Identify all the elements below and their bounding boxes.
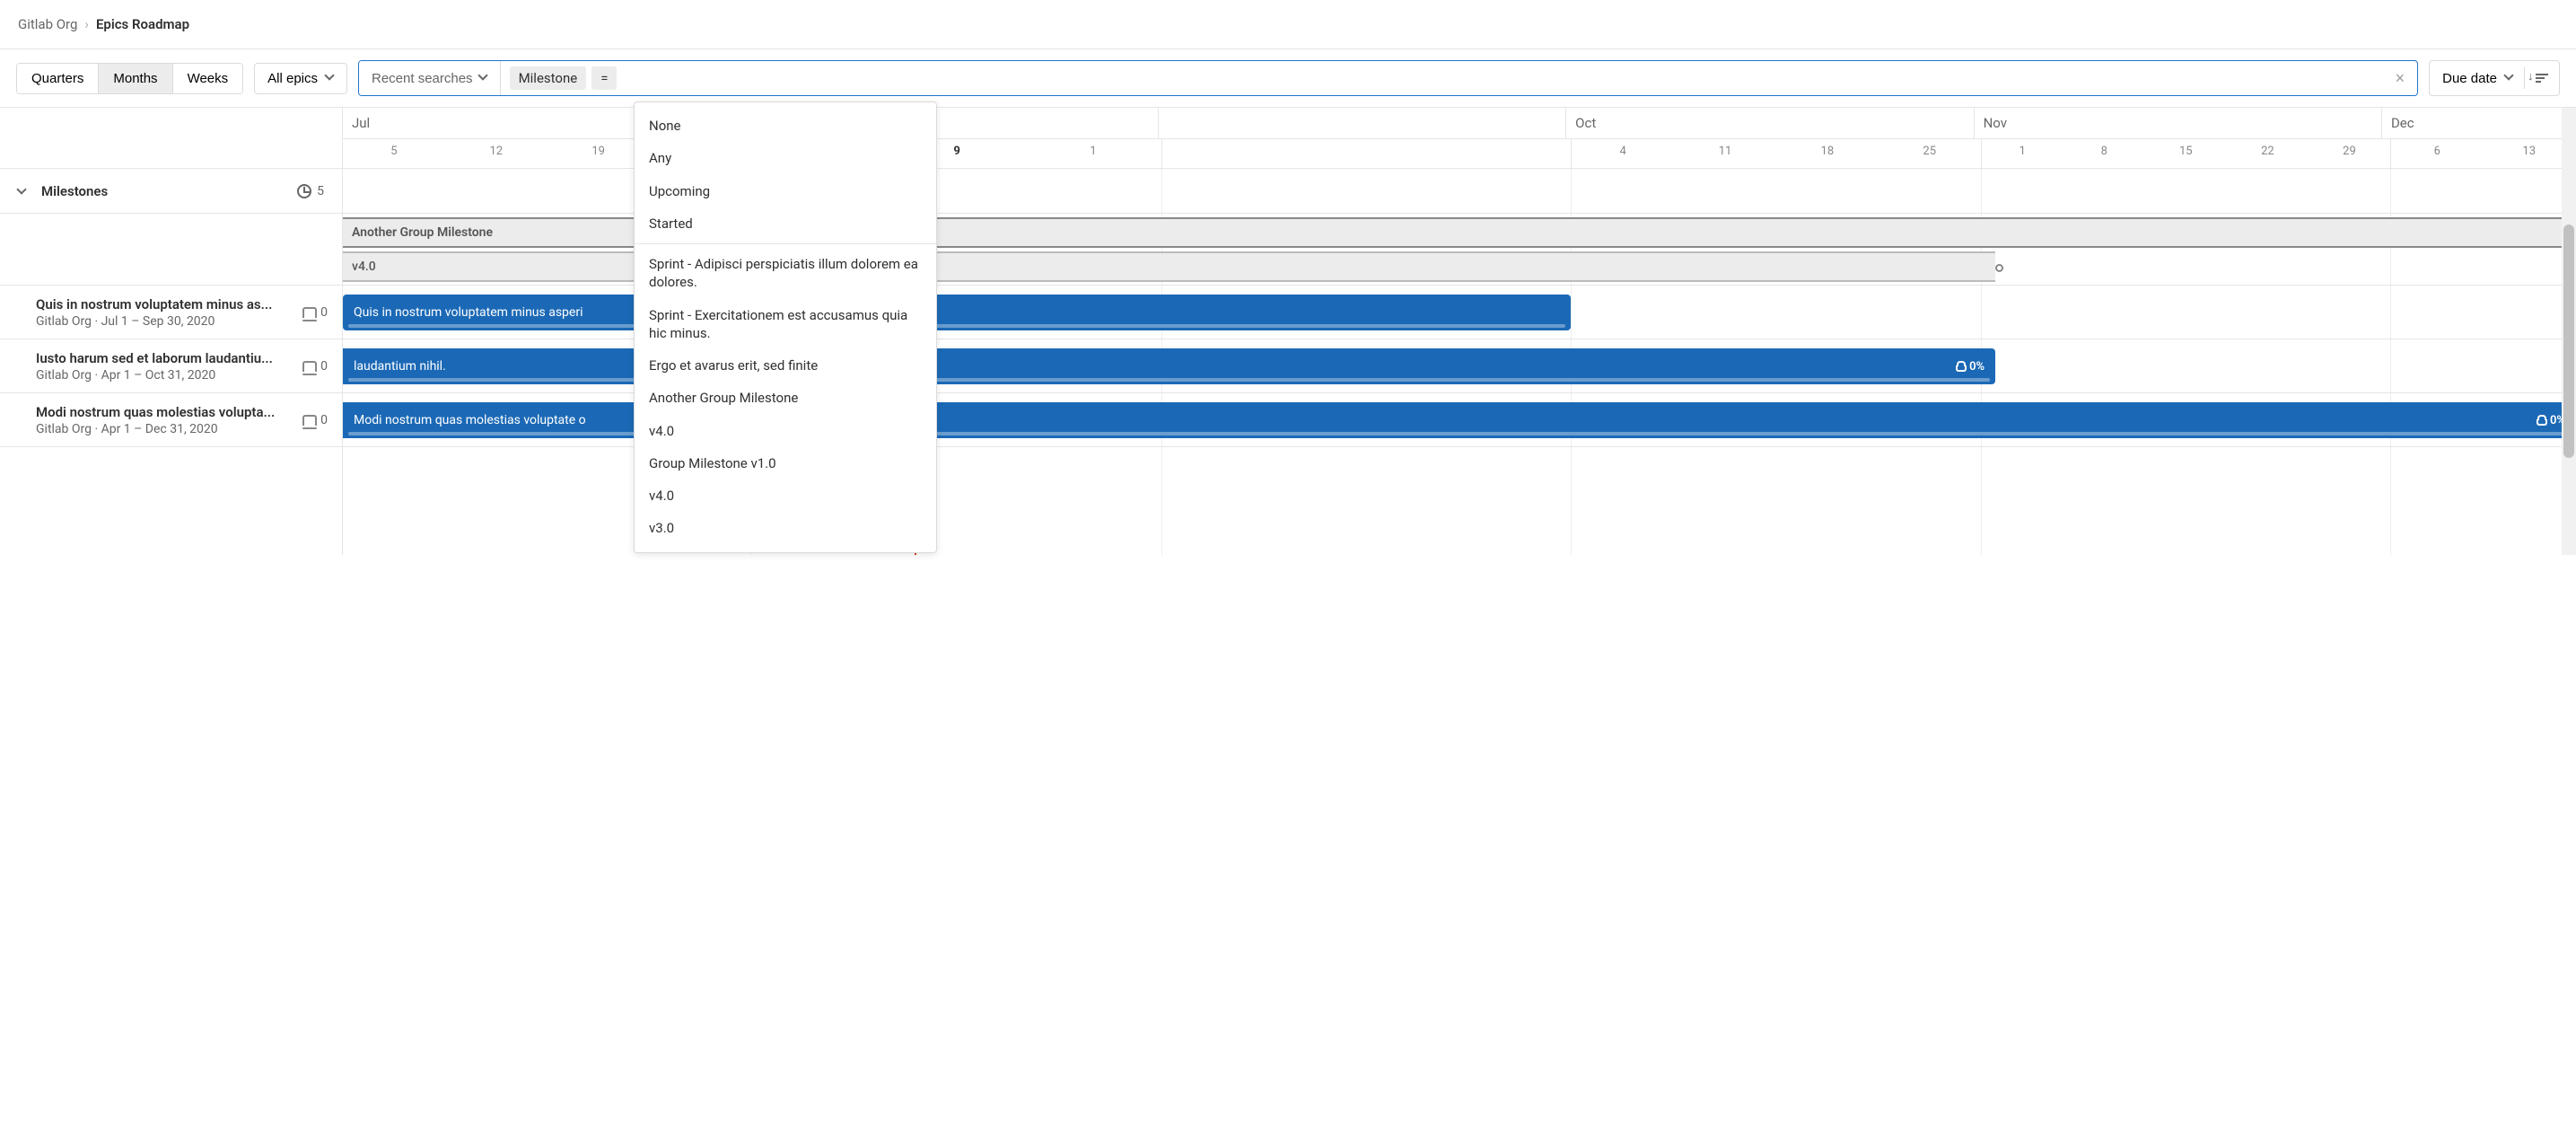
dd-item-milestone[interactable]: Another Group Milestone [635, 382, 936, 414]
chevron-down-icon [18, 186, 29, 197]
epic-row[interactable]: Modi nostrum quas molestias volupta... G… [0, 393, 342, 447]
milestones-label: Milestones [41, 183, 297, 199]
divider [2524, 67, 2525, 89]
milestones-toggle-row[interactable]: Milestones 5 [0, 169, 342, 214]
tab-weeks[interactable]: Weeks [173, 64, 243, 93]
milestone-bar[interactable]: v4.0 [343, 251, 1995, 282]
sort-label: Due date [2442, 71, 2497, 86]
dd-item-milestone[interactable]: Sprint - Exercitationem est accusamus qu… [635, 299, 936, 350]
dd-item-none[interactable]: None [635, 110, 936, 142]
breadcrumb-current: Epics Roadmap [96, 16, 189, 32]
clear-icon[interactable]: × [2383, 69, 2418, 88]
epic-row[interactable]: Quis in nostrum voluptatem minus as... G… [0, 286, 342, 339]
clock-icon [297, 184, 311, 198]
dd-item-milestone[interactable]: v3.0 [635, 512, 936, 544]
dd-item-milestone[interactable]: Ergo et avarus erit, sed finite [635, 349, 936, 382]
chevron-down-icon [2504, 74, 2513, 83]
sort-direction-icon[interactable] [2536, 71, 2550, 85]
epics-filter-label: All epics [267, 71, 318, 86]
progress-track [348, 378, 1990, 382]
month-header: Nov [1975, 108, 2382, 138]
dropdown-divider [635, 243, 936, 244]
token-area[interactable]: Milestone = [501, 66, 2383, 90]
epic-bar[interactable]: Quis in nostrum voluptatem minus asperi [343, 295, 1571, 330]
breadcrumb-parent[interactable]: Gitlab Org [18, 16, 77, 32]
month-header [1159, 108, 1566, 138]
filter-search[interactable]: Recent searches Milestone = × [358, 60, 2418, 96]
milestone-dropdown: None Any Upcoming Started Sprint - Adipi… [634, 101, 937, 553]
month-header: Dec [2382, 108, 2576, 138]
epic-title: Quis in nostrum voluptatem minus as... [36, 296, 295, 312]
filter-token-op[interactable]: = [591, 66, 617, 90]
dd-item-upcoming[interactable]: Upcoming [635, 175, 936, 207]
progress-track [348, 324, 1565, 328]
epic-icon [302, 307, 317, 318]
breadcrumb-sep: › [84, 16, 89, 32]
epic-row[interactable]: Iusto harum sed et laborum laudantiu... … [0, 339, 342, 393]
epic-icon [302, 415, 317, 426]
dd-item-milestone[interactable]: Group Milestone v1.0 [635, 447, 936, 479]
breadcrumb: Gitlab Org › Epics Roadmap [0, 0, 2576, 48]
epic-meta: Gitlab Org · Jul 1 – Sep 30, 2020 [36, 314, 295, 329]
chevron-down-icon [478, 74, 487, 83]
epic-title: Modi nostrum quas molestias volupta... [36, 404, 295, 420]
milestones-count: 5 [297, 184, 324, 198]
recent-searches-button[interactable]: Recent searches [359, 61, 501, 95]
epic-weight-badge: 0% [1957, 360, 1985, 374]
dd-item-milestone[interactable]: Sprint - Adipisci perspiciatis illum dol… [635, 248, 936, 299]
sort-dropdown[interactable]: Due date [2429, 60, 2560, 96]
epic-title: Iusto harum sed et laborum laudantiu... [36, 350, 295, 366]
dd-item-started[interactable]: Started [635, 207, 936, 240]
epic-meta: Gitlab Org · Apr 1 – Dec 31, 2020 [36, 422, 295, 436]
vertical-scrollbar[interactable] [2562, 108, 2576, 555]
tab-months[interactable]: Months [99, 64, 172, 93]
epic-icon [302, 361, 317, 372]
timeframe-group: Quarters Months Weeks [16, 63, 243, 94]
month-header: Oct [1566, 108, 1974, 138]
scroll-thumb[interactable] [2563, 224, 2574, 458]
recent-searches-label: Recent searches [372, 71, 473, 86]
epic-meta: Gitlab Org · Apr 1 – Oct 31, 2020 [36, 368, 295, 383]
milestone-end-icon [1995, 264, 2003, 272]
chevron-down-icon [325, 74, 334, 83]
dd-item-any[interactable]: Any [635, 142, 936, 174]
epic-bar[interactable]: laudantium nihil. 0% [343, 348, 1995, 384]
left-column: Milestones 5 Quis in nostrum voluptatem … [0, 108, 343, 555]
dd-item-milestone[interactable]: v4.0 [635, 415, 936, 447]
roadmap: Milestones 5 Quis in nostrum voluptatem … [0, 108, 2576, 555]
toolbar: Quarters Months Weeks All epics Recent s… [0, 48, 2576, 108]
filter-token-key[interactable]: Milestone [510, 66, 587, 90]
epic-child-count: 0 [302, 359, 328, 374]
weight-icon [2537, 416, 2546, 425]
epic-child-count: 0 [302, 413, 328, 427]
tab-quarters[interactable]: Quarters [17, 64, 99, 93]
weight-icon [1957, 362, 1966, 371]
epics-filter-dropdown[interactable]: All epics [254, 63, 347, 94]
epic-child-count: 0 [302, 305, 328, 320]
dd-item-milestone[interactable]: v4.0 [635, 479, 936, 512]
